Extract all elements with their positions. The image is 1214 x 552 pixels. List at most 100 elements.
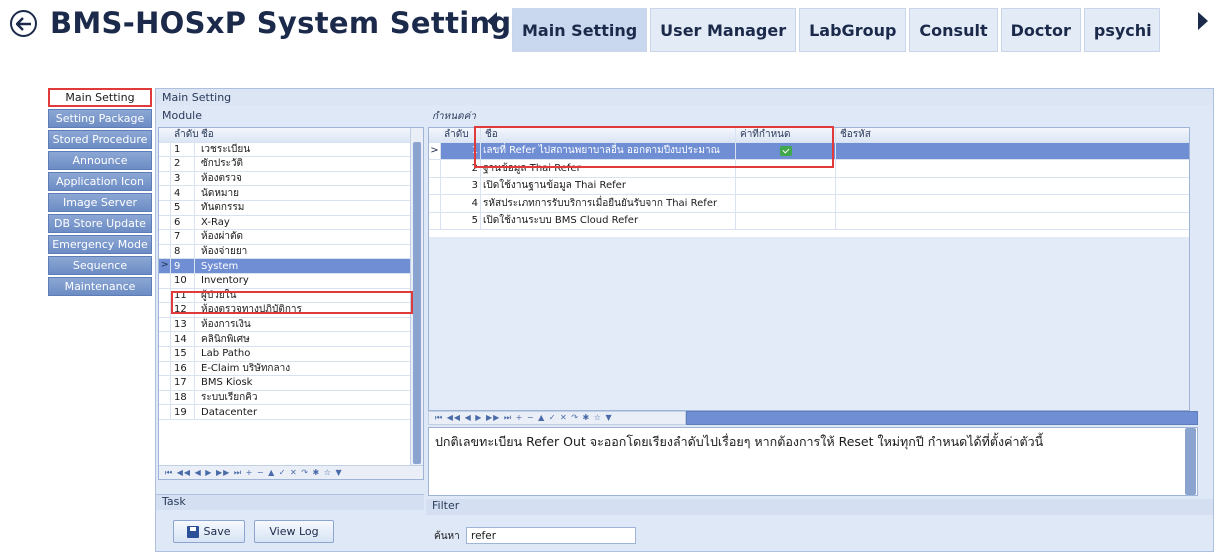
row-selector[interactable]	[159, 346, 171, 361]
module-row[interactable]: 7 ห้องผ่าตัด	[159, 230, 423, 245]
tab-doctor[interactable]: Doctor	[1000, 8, 1081, 52]
settings-label: กำหนดค่า	[432, 111, 476, 122]
nav-emergency-mode[interactable]: Emergency Mode	[48, 235, 152, 254]
setting-value[interactable]	[736, 177, 836, 195]
row-selector[interactable]	[159, 317, 171, 332]
nav-setting-package[interactable]: Setting Package	[48, 109, 152, 128]
tab-labgroup[interactable]: LabGroup	[799, 8, 907, 52]
module-navigator[interactable]: ⏮ ◀◀ ◀ ▶ ▶▶ ⏭ + − ▲ ✓ ✕ ↷ ✱ ☆ ▼	[159, 465, 423, 479]
setting-row[interactable]: 3 เปิดใช้งานฐานข้อมูล Thai Refer	[429, 177, 1189, 196]
nav-db-store-update[interactable]: DB Store Update	[48, 214, 152, 233]
row-selector[interactable]	[159, 361, 171, 376]
module-row[interactable]: 18 ระบบเรียกคิว	[159, 390, 423, 406]
row-selector[interactable]	[159, 186, 171, 200]
setting-row[interactable]: 4 รหัสประเภทการรับบริการเมื่อยืนยันรับจาก…	[429, 195, 1189, 213]
module-row[interactable]: 10 Inventory	[159, 273, 423, 289]
module-no: 12	[171, 303, 195, 317]
row-selector[interactable]	[429, 212, 441, 230]
row-selector[interactable]	[159, 244, 171, 259]
setting-row[interactable]: 5 เปิดใช้งานระบบ BMS Cloud Refer	[429, 212, 1189, 231]
settings-hscroll[interactable]	[686, 411, 1198, 425]
module-name: เวชระเบียน	[201, 143, 251, 155]
setting-value[interactable]	[736, 142, 836, 160]
nav-stored-procedure[interactable]: Stored Procedure	[48, 130, 152, 149]
module-row[interactable]: 1 เวชระเบียน	[159, 142, 423, 158]
module-scrollbar[interactable]	[410, 128, 423, 479]
row-selector[interactable]	[159, 288, 171, 303]
back-arrow-icon[interactable]	[10, 10, 37, 37]
setting-no: 4	[441, 195, 481, 212]
tab-scroll-left-icon[interactable]	[487, 12, 497, 30]
module-no: 11	[171, 288, 195, 303]
row-selector[interactable]	[429, 160, 441, 177]
module-label: Module	[162, 109, 202, 122]
module-row[interactable]: 2 ซักประวัติ	[159, 157, 423, 172]
settings-navigator[interactable]: ⏮ ◀◀ ◀ ▶ ▶▶ ⏭ + − ▲ ✓ ✕ ↷ ✱ ☆ ▼	[428, 411, 686, 425]
setting-no: 3	[441, 177, 481, 195]
row-selector[interactable]	[159, 171, 171, 186]
nav-application-icon[interactable]: Application Icon	[48, 172, 152, 191]
row-selector[interactable]	[159, 303, 171, 317]
module-no: 7	[171, 230, 195, 244]
tab-scroll-right-icon[interactable]	[1198, 12, 1208, 30]
tab-psychi[interactable]: psychi	[1083, 8, 1160, 52]
module-no: 17	[171, 376, 195, 390]
module-row[interactable]: 12 ห้องตรวจทางปฏิบัติการ	[159, 303, 423, 318]
task-label: Task	[156, 494, 424, 510]
row-selector[interactable]	[159, 157, 171, 171]
description-scrollbar[interactable]	[1185, 428, 1196, 495]
nav-main-setting[interactable]: Main Setting	[48, 88, 152, 107]
module-row[interactable]: 3 ห้องตรวจ	[159, 171, 423, 187]
setting-name: ฐานข้อมูล Thai Refer	[481, 160, 736, 177]
module-name: คลินิกพิเศษ	[201, 333, 250, 345]
tab-user-manager[interactable]: User Manager	[650, 8, 797, 52]
module-no: 16	[171, 361, 195, 376]
module-row[interactable]: 15 Lab Patho	[159, 346, 423, 362]
module-row[interactable]: 13 ห้องการเงิน	[159, 317, 423, 333]
setting-value[interactable]	[736, 212, 836, 230]
scroll-thumb[interactable]	[413, 142, 421, 464]
setting-value[interactable]	[736, 195, 836, 212]
row-selector[interactable]	[159, 273, 171, 288]
row-selector[interactable]	[159, 142, 171, 157]
module-row[interactable]: 4 นัดหมาย	[159, 186, 423, 201]
save-button[interactable]: Save	[173, 520, 245, 543]
app-title: BMS-HOSxP System Setting	[50, 6, 512, 40]
tab-consult[interactable]: Consult	[909, 8, 998, 52]
row-selector[interactable]	[159, 390, 171, 405]
search-input[interactable]: refer	[466, 527, 636, 544]
setting-name: เลขที่ Refer ไปสถานพยาบาลอื่น ออกตามปีงบ…	[481, 142, 736, 160]
module-row[interactable]: 5 ทันตกรรม	[159, 200, 423, 216]
settings-grid: ลำดับ ชื่อ ค่าที่กำหนด ชื่อรหัส >1 เลขที่…	[428, 127, 1190, 237]
module-row[interactable]: 14 คลินิกพิเศษ	[159, 332, 423, 347]
row-selector[interactable]	[159, 230, 171, 244]
row-selector[interactable]	[429, 177, 441, 195]
nav-sequence[interactable]: Sequence	[48, 256, 152, 275]
nav-announce[interactable]: Announce	[48, 151, 152, 170]
nav-image-server[interactable]: Image Server	[48, 193, 152, 212]
row-selector[interactable]	[429, 195, 441, 212]
row-selector[interactable]	[159, 332, 171, 346]
module-row[interactable]: 19 Datacenter	[159, 405, 423, 420]
setting-value[interactable]	[736, 160, 836, 177]
module-row[interactable]: >9 System	[159, 259, 423, 274]
module-row[interactable]: 11 ผู้ป่วยใน	[159, 288, 423, 304]
setting-name: เปิดใช้งานระบบ BMS Cloud Refer	[481, 212, 736, 230]
module-row[interactable]: 17 BMS Kiosk	[159, 376, 423, 391]
module-row[interactable]: 6 X-Ray	[159, 215, 423, 231]
row-selector[interactable]	[159, 215, 171, 230]
setting-no: 2	[441, 160, 481, 177]
tab-main-setting[interactable]: Main Setting	[512, 8, 648, 52]
module-row[interactable]: 16 E-Claim บริษัทกลาง	[159, 361, 423, 377]
row-selector[interactable]: >	[429, 142, 441, 160]
row-selector[interactable]	[159, 405, 171, 419]
setting-row[interactable]: >1 เลขที่ Refer ไปสถานพยาบาลอื่น ออกตามปี…	[429, 142, 1189, 161]
nav-maintenance[interactable]: Maintenance	[48, 277, 152, 296]
view-log-button[interactable]: View Log	[254, 520, 334, 543]
setting-row[interactable]: 2 ฐานข้อมูล Thai Refer	[429, 160, 1189, 178]
row-selector[interactable]: >	[159, 259, 171, 273]
module-row[interactable]: 8 ห้องจ่ายยา	[159, 244, 423, 260]
row-selector[interactable]	[159, 200, 171, 215]
module-no: 13	[171, 317, 195, 332]
row-selector[interactable]	[159, 376, 171, 390]
